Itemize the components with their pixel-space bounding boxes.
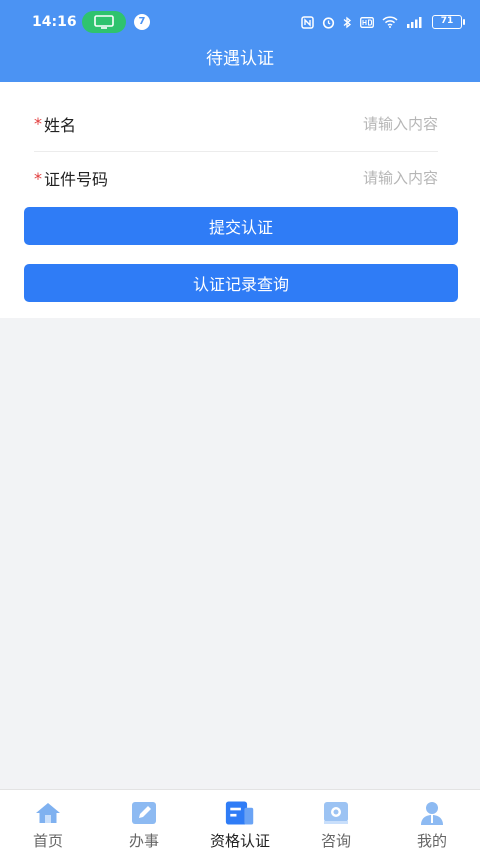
- id-number-field-row: * 证件号码: [34, 150, 438, 206]
- nfc-icon: [301, 15, 314, 29]
- cellular-signal-icon: [406, 16, 424, 29]
- pencil-icon: [129, 800, 159, 826]
- certification-form: * 姓名 * 证件号码 提交认证 认证记录查询: [0, 82, 480, 318]
- hd-icon: [360, 16, 374, 28]
- app-header: 14:16 7 71 待遇认证: [0, 0, 480, 82]
- consult-icon: [321, 800, 351, 826]
- bluetooth-icon: [343, 16, 352, 29]
- page-title: 待遇认证: [206, 49, 274, 69]
- name-label: 姓名: [44, 115, 77, 135]
- status-time: 14:16: [32, 14, 77, 30]
- tab-label: 资格认证: [209, 832, 270, 850]
- tab-consult[interactable]: 咨询: [288, 790, 384, 853]
- home-icon: [33, 800, 63, 826]
- user-icon: [417, 800, 447, 826]
- required-mark: *: [34, 114, 42, 133]
- wifi-icon: [382, 16, 398, 28]
- alarm-icon: [322, 16, 335, 29]
- id-number-input[interactable]: [238, 169, 438, 187]
- tab-label: 办事: [128, 832, 159, 850]
- tab-home[interactable]: 首页: [0, 790, 96, 853]
- tab-mine[interactable]: 我的: [384, 790, 480, 853]
- name-input[interactable]: [238, 114, 438, 133]
- status-icons: 71: [301, 15, 465, 29]
- submit-certification-button[interactable]: 提交认证: [24, 207, 458, 245]
- tab-services[interactable]: 办事: [96, 790, 192, 853]
- id-number-label: 证件号码: [44, 170, 109, 189]
- tab-label: 咨询: [320, 832, 351, 850]
- screen-cast-icon: [82, 11, 126, 33]
- document-icon: [225, 800, 255, 826]
- tab-label: 首页: [32, 832, 63, 850]
- battery-indicator: 71: [432, 15, 465, 29]
- required-mark: *: [34, 168, 42, 188]
- name-field-row: * 姓名: [34, 96, 438, 152]
- bottom-tab-bar: 首页 办事 资格认证 咨询 我的: [0, 789, 480, 853]
- status-bar: 14:16 7 71: [0, 0, 480, 44]
- tab-qualification-certification[interactable]: 资格认证: [192, 790, 288, 853]
- notification-badge: 7: [134, 14, 150, 30]
- certification-record-query-button[interactable]: 认证记录查询: [24, 264, 458, 302]
- tab-label: 我的: [416, 832, 447, 850]
